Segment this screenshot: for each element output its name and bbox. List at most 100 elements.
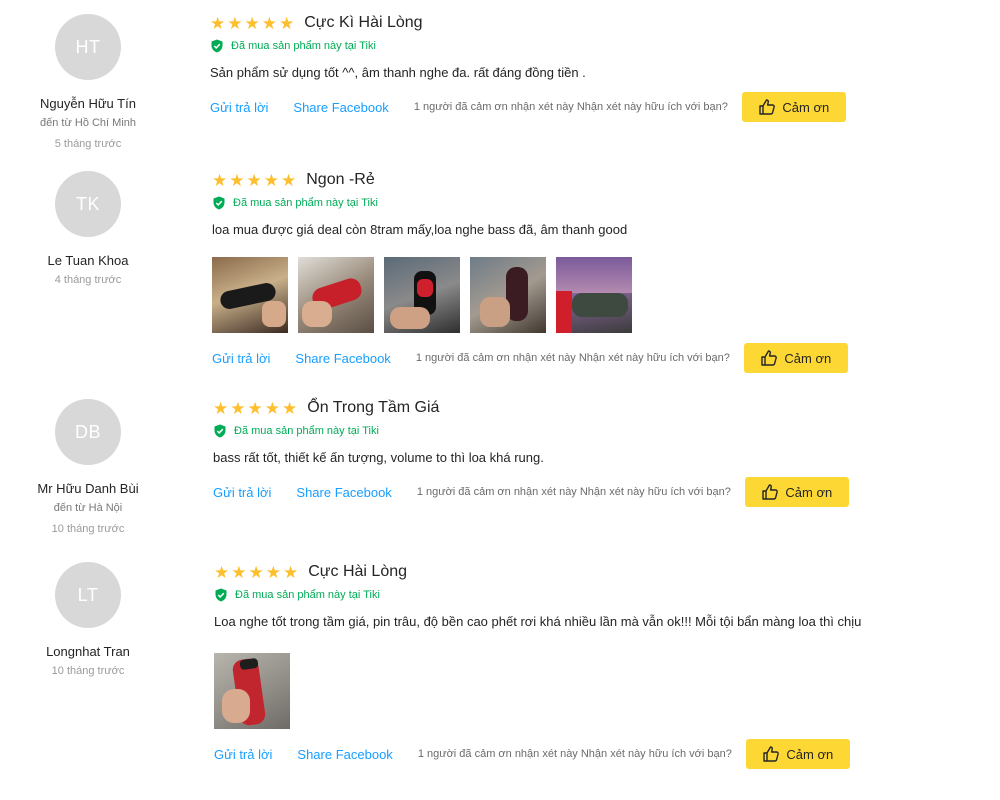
reviewer-info: DB Mr Hữu Danh Bùi đến từ Hà Nội 10 thán… [20,399,156,536]
reply-link[interactable]: Gửi trả lời [210,100,268,115]
review-actions: Gửi trả lời Share Facebook 1 người đã cả… [214,739,974,769]
star-icon: ★ [264,398,280,418]
review-actions: Gửi trả lời Share Facebook 1 người đã cả… [212,343,972,373]
reviewer-location: đến từ Hồ Chí Minh [39,117,137,129]
star-icon: ★ [244,13,260,33]
helpful-count: 1 người đã cảm ơn nhận xét này Nhận xét … [413,101,728,113]
verified-purchase: Đã mua sản phẩm này tại Tiki [213,424,973,438]
verified-purchase: Đã mua sản phẩm này tại Tiki [212,196,972,210]
thumbs-up-icon [763,746,780,762]
review-actions: Gửi trả lời Share Facebook 1 người đã cả… [210,92,970,122]
review-photo[interactable] [298,257,374,333]
thumbs-up-icon [761,350,778,366]
reviewer-name: Longnhat Tran [46,644,130,659]
thanks-button[interactable]: Cảm ơn [745,739,850,769]
star-icon: ★ [231,562,247,582]
thanks-label: Cảm ơn [784,350,832,366]
review-text: loa mua được giá deal còn 8tram mấy,loa … [212,222,628,237]
rating-stars: ★ ★ ★ ★ ★ [210,15,294,32]
share-facebook-link[interactable]: Share Facebook [295,351,390,366]
reviewer-info: TK Le Tuan Khoa 4 tháng trước [20,171,156,287]
star-icon: ★ [261,13,277,33]
star-icon: ★ [282,398,298,418]
thumbs-up-icon [762,484,779,500]
review-title: Cực Kì Hài Lòng [304,14,423,31]
review-text: Loa nghe tốt trong tầm giá, pin trâu, độ… [214,614,862,629]
star-icon: ★ [214,562,230,582]
rating-stars: ★ ★ ★ ★ ★ [214,564,298,581]
rating-stars: ★ ★ ★ ★ ★ [212,172,296,189]
star-icon: ★ [212,170,228,190]
review-content: ★ ★ ★ ★ ★ Ngon -Rẻ Đã mua sản phẩm này tại T… [212,170,972,373]
star-icon: ★ [229,170,245,190]
verified-label: Đã mua sản phẩm này tại Tiki [234,425,379,437]
thanks-label: Cảm ơn [785,484,833,500]
shield-check-icon [211,39,223,53]
reviewer-info: LT Longnhat Tran 10 tháng trước [20,562,156,678]
shield-check-icon [214,424,226,438]
reply-link[interactable]: Gửi trả lời [212,351,270,366]
helpful-count: 1 người đã cảm ơn nhận xét này Nhận xét … [417,748,732,760]
thanks-button[interactable]: Cảm ơn [741,92,846,122]
review-time: 10 tháng trước [51,665,125,677]
review-time: 4 tháng trước [54,274,122,286]
star-icon: ★ [279,13,295,33]
star-icon: ★ [265,562,281,582]
verified-label: Đã mua sản phẩm này tại Tiki [233,197,378,209]
avatar: LT [55,562,121,628]
review-actions: Gửi trả lời Share Facebook 1 người đã cả… [213,477,973,507]
helpful-count: 1 người đã cảm ơn nhận xét này Nhận xét … [416,486,731,498]
review-title: Ngon -Rẻ [306,171,375,188]
review-photo[interactable] [556,257,632,333]
review-photo[interactable] [214,653,290,729]
review-title: Ổn Trong Tầm Giá [307,399,440,416]
review-text: Sản phẩm sử dụng tốt ^^, âm thanh nghe đ… [210,65,586,80]
star-icon: ★ [281,170,297,190]
review-time: 10 tháng trước [51,523,125,535]
star-icon: ★ [213,398,229,418]
star-icon: ★ [283,562,299,582]
reviewer-name: Mr Hữu Danh Bùi [37,481,139,496]
reviewer-info: HT Nguyễn Hữu Tín đến từ Hồ Chí Minh 5 t… [20,14,156,151]
star-icon: ★ [263,170,279,190]
review-content: ★ ★ ★ ★ ★ Cực Kì Hài Lòng Đã mua sản phẩm nà… [210,13,970,122]
review-photos [214,653,974,729]
shield-check-icon [213,196,225,210]
verified-purchase: Đã mua sản phẩm này tại Tiki [210,39,970,53]
star-icon: ★ [246,170,262,190]
reply-link[interactable]: Gửi trả lời [214,747,272,762]
review-photo[interactable] [384,257,460,333]
share-facebook-link[interactable]: Share Facebook [293,100,388,115]
thanks-button[interactable]: Cảm ơn [744,477,849,507]
star-icon: ★ [230,398,246,418]
verified-purchase: Đã mua sản phẩm này tại Tiki [214,588,974,602]
avatar: DB [55,399,121,465]
star-icon: ★ [227,13,243,33]
review-photo[interactable] [470,257,546,333]
thanks-label: Cảm ơn [786,746,834,762]
thanks-label: Cảm ơn [782,99,830,115]
rating-stars: ★ ★ ★ ★ ★ [213,400,297,417]
thanks-button[interactable]: Cảm ơn [743,343,848,373]
star-icon: ★ [248,562,264,582]
reviewer-location: đến từ Hà Nội [53,502,123,514]
thumbs-up-icon [759,99,776,115]
review-content: ★ ★ ★ ★ ★ Ổn Trong Tầm Giá Đã mua sản phẩm n… [213,398,973,507]
review-photo[interactable] [212,257,288,333]
review-content: ★ ★ ★ ★ ★ Cực Hài Lòng Đã mua sản phẩm này t… [214,562,974,769]
avatar: TK [55,171,121,237]
reply-link[interactable]: Gửi trả lời [213,485,271,500]
share-facebook-link[interactable]: Share Facebook [296,485,391,500]
star-icon: ★ [210,13,226,33]
share-facebook-link[interactable]: Share Facebook [297,747,392,762]
helpful-count: 1 người đã cảm ơn nhận xét này Nhận xét … [415,352,730,364]
review-text: bass rất tốt, thiết kế ấn tượng, volume … [213,450,544,465]
verified-label: Đã mua sản phẩm này tại Tiki [231,40,376,52]
reviewer-name: Nguyễn Hữu Tín [40,96,136,111]
review-photos [212,257,972,333]
star-icon: ★ [247,398,263,418]
review-time: 5 tháng trước [54,138,122,150]
reviewer-name: Le Tuan Khoa [47,253,129,268]
shield-check-icon [215,588,227,602]
verified-label: Đã mua sản phẩm này tại Tiki [235,589,380,601]
